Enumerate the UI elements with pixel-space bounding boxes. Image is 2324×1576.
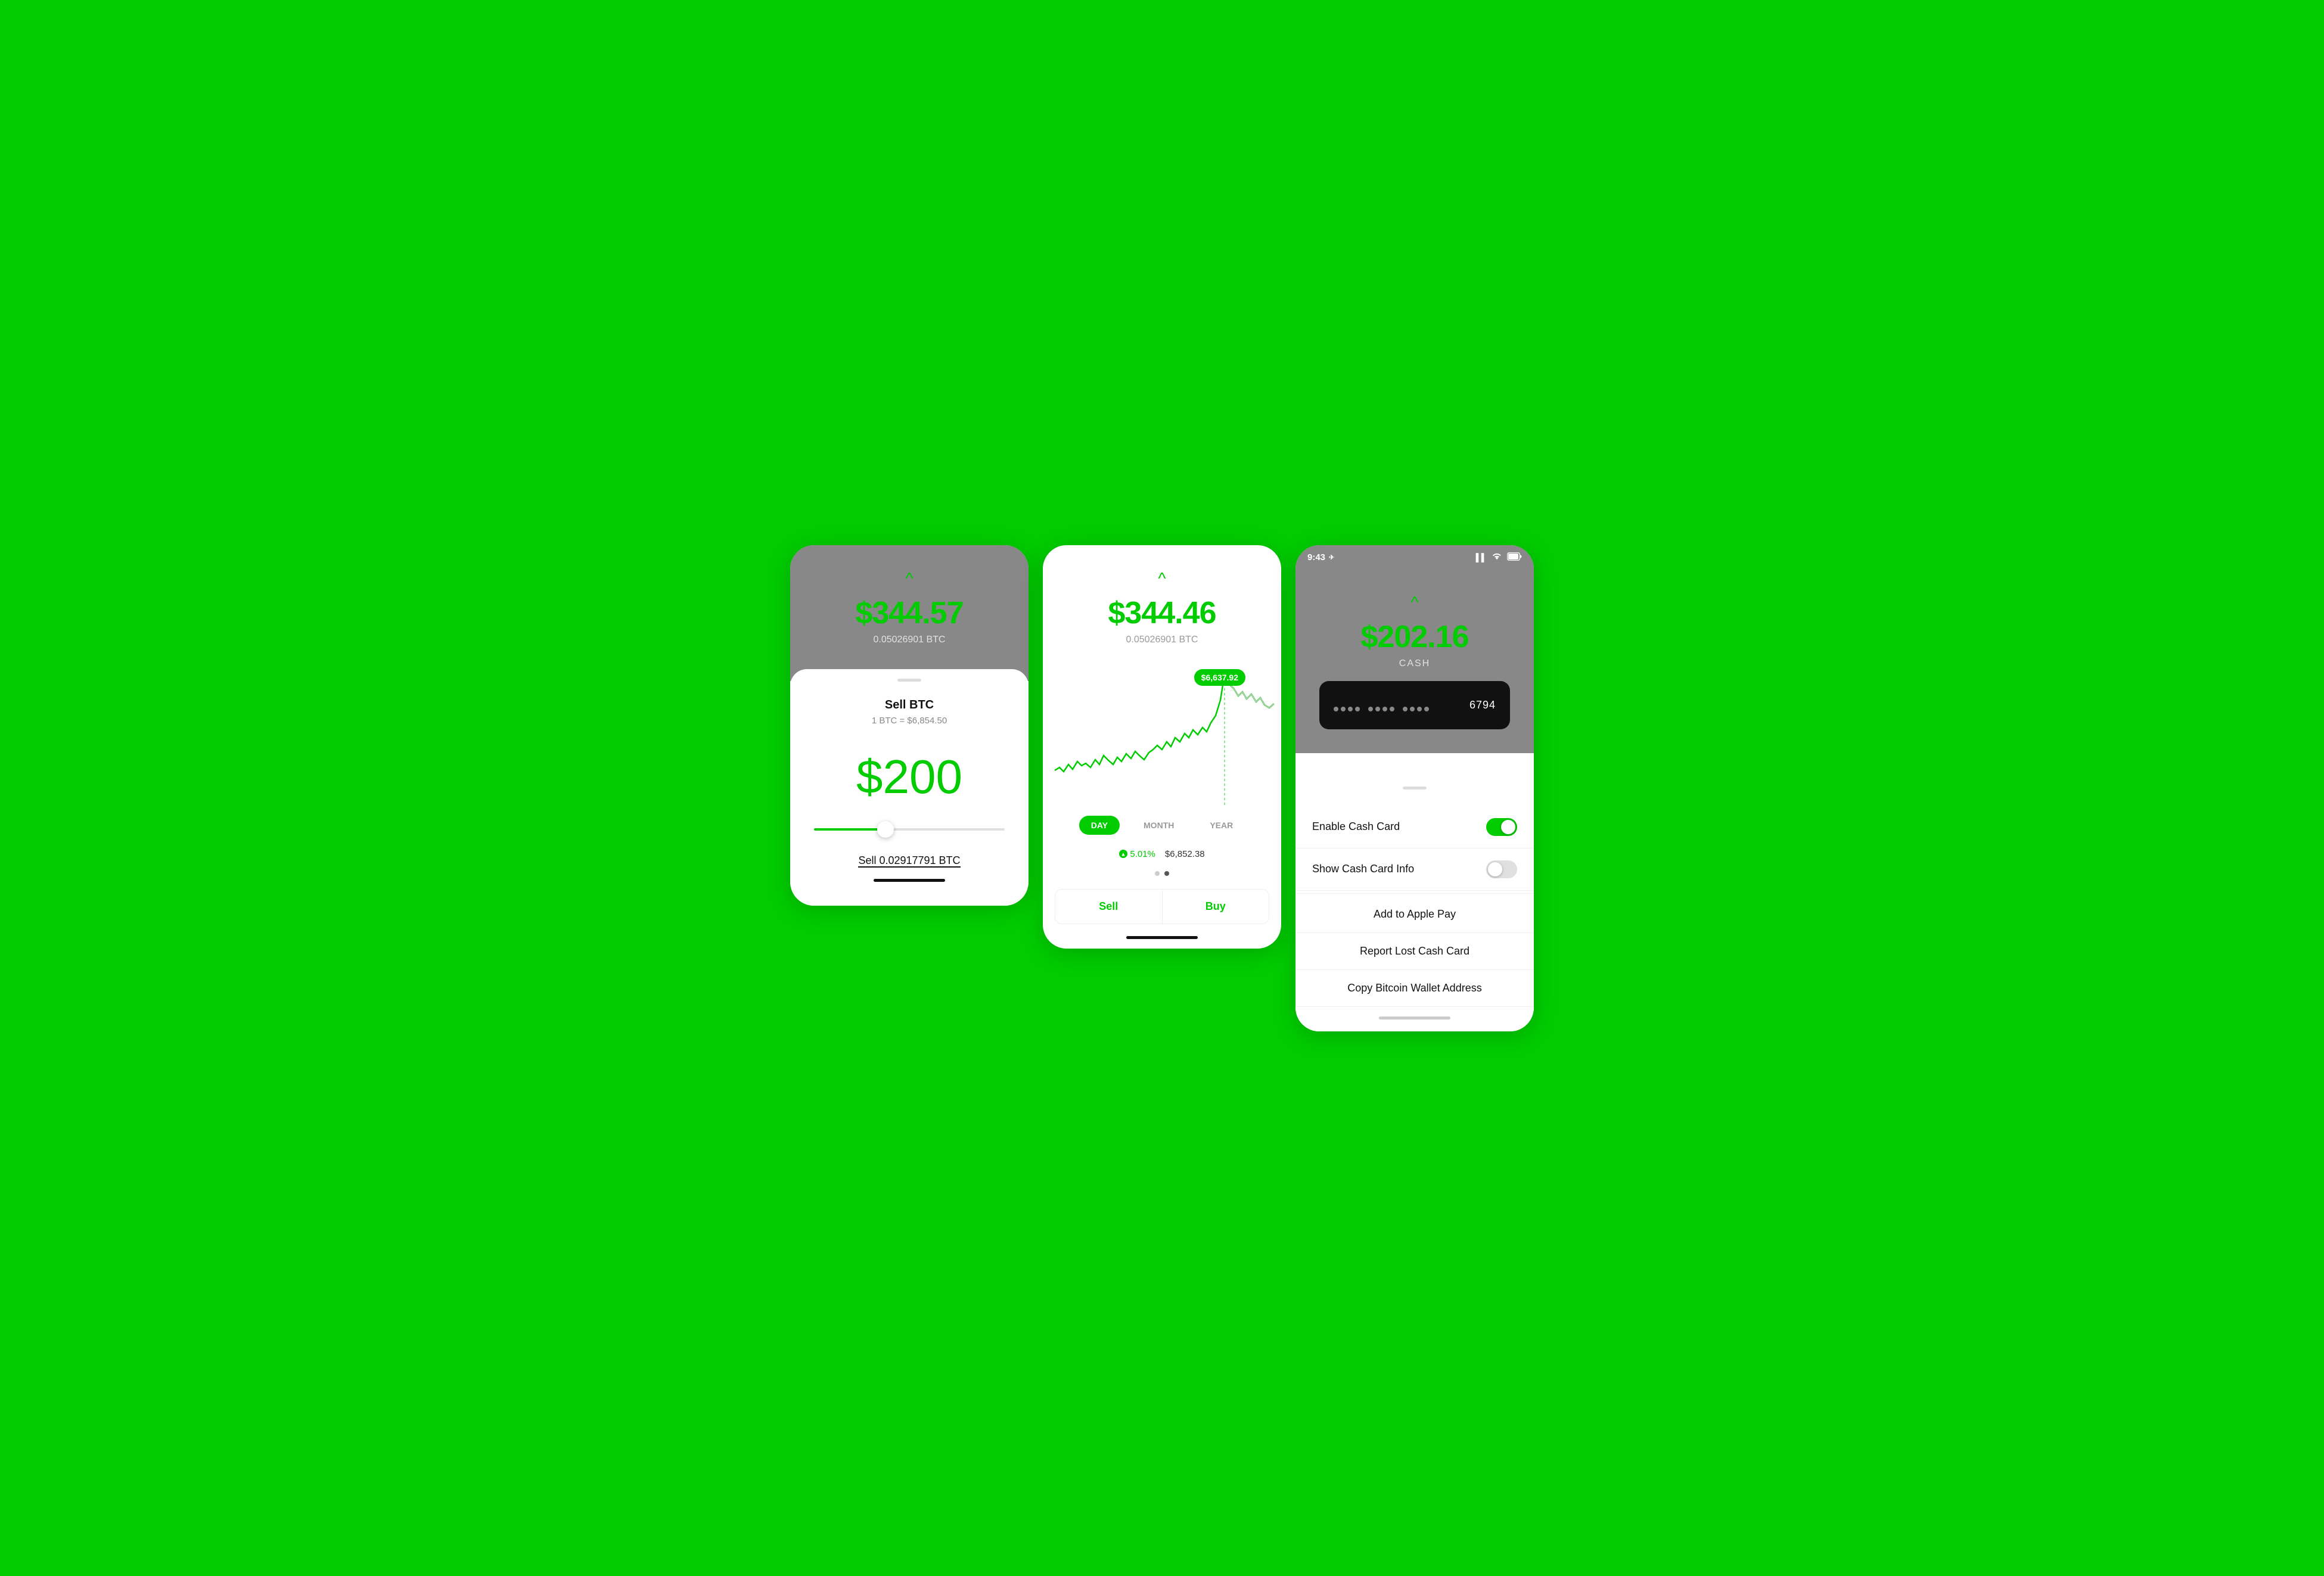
wifi-icon [1492,552,1502,562]
card-dot [1410,707,1415,711]
enable-cash-card-label: Enable Cash Card [1312,820,1400,833]
screen-chart: ^ $344.46 0.05026901 BTC $6,637.92 DAY M… [1043,545,1281,949]
card-dot [1417,707,1422,711]
location-icon: ✈ [1329,554,1334,561]
card-dot [1390,707,1394,711]
card-dot [1382,707,1387,711]
card-dot [1334,707,1338,711]
time-btn-year[interactable]: YEAR [1198,816,1245,835]
btc-balance-header: ^ $344.57 0.05026901 BTC [790,545,1029,681]
status-icons: ▌▌ [1476,552,1522,562]
time-btn-day[interactable]: DAY [1079,816,1120,835]
card-dot [1348,707,1353,711]
time-btn-month[interactable]: MONTH [1132,816,1186,835]
sell-btc-label: Sell 0.02917791 BTC [808,854,1011,867]
card-dot [1403,707,1408,711]
home-indicator-3 [1379,1017,1450,1019]
btc-amount-display: 0.05026901 BTC [802,635,1017,645]
up-arrow-icon: ▲ [1119,850,1127,858]
sell-dollar-amount: $200 [808,750,1011,804]
copy-bitcoin-wallet-row[interactable]: Copy Bitcoin Wallet Address [1295,970,1534,1007]
show-cash-card-info-toggle[interactable] [1486,860,1517,878]
chevron-up-icon-3[interactable]: ^ [1307,593,1522,612]
home-indicator [874,879,945,882]
btc-chart-dollar-value: $344.46 [1055,595,1269,631]
enable-cash-card-toggle[interactable] [1486,818,1517,836]
svg-text:▲: ▲ [1121,851,1126,857]
signal-icon: ▌▌ [1476,553,1487,562]
current-price: $6,852.38 [1165,849,1205,859]
report-lost-cash-card-row[interactable]: Report Lost Cash Card [1295,933,1534,970]
status-time: 9:43 ✈ [1307,552,1334,562]
cash-amount: $202.16 [1307,619,1522,655]
show-cash-card-info-row[interactable]: Show Cash Card Info [1295,848,1534,891]
page-dot-2 [1164,871,1169,876]
cash-label: CASH [1307,658,1522,669]
cash-card-menu: Enable Cash Card Show Cash Card Info Add… [1295,777,1534,1031]
drag-handle[interactable] [897,679,921,682]
btc-rate: 1 BTC = $6,854.50 [808,716,1011,726]
btc-dollar-value: $344.57 [802,595,1017,631]
card-dot [1368,707,1373,711]
btc-chart-header: ^ $344.46 0.05026901 BTC [1043,545,1281,663]
buy-button[interactable]: Buy [1163,890,1269,924]
add-to-apple-pay-row[interactable]: Add to Apple Pay [1295,896,1534,933]
slider-track[interactable] [814,828,1005,831]
card-dot [1355,707,1360,711]
page-dots [1043,864,1281,883]
battery-icon [1507,552,1522,562]
cash-card-header: 9:43 ✈ ▌▌ ^ $202.16 CASH [1295,545,1534,753]
slider-thumb[interactable] [877,821,894,838]
time-selector: DAY MONTH YEAR [1043,806,1281,844]
card-dot-group-2 [1368,707,1394,711]
change-pct: ▲ 5.01% [1119,849,1155,859]
card-dot-group-3 [1403,707,1429,711]
card-last-digits: 6794 [1469,699,1496,711]
sell-buy-bar: Sell Buy [1055,889,1269,924]
chevron-up-icon-2[interactable]: ^ [1055,569,1269,588]
cash-card-visual: 6794 [1319,681,1510,729]
chart-tooltip: $6,637.92 [1194,669,1245,686]
home-indicator-2 [1126,936,1198,939]
card-dot [1424,707,1429,711]
show-cash-card-info-label: Show Cash Card Info [1312,863,1414,875]
card-dot [1375,707,1380,711]
screen-cash-card: 9:43 ✈ ▌▌ ^ $202.16 CASH [1295,545,1534,1031]
btc-chart-area: $6,637.92 [1043,663,1281,806]
chart-stats: ▲ 5.01% $6,852.38 [1043,844,1281,864]
screen-sell-btc: ^ $344.57 0.05026901 BTC Sell BTC 1 BTC … [790,545,1029,906]
chevron-up-icon[interactable]: ^ [802,569,1017,588]
sell-sheet: Sell BTC 1 BTC = $6,854.50 $200 Sell 0.0… [790,669,1029,906]
sell-button[interactable]: Sell [1055,890,1162,924]
amount-slider-container [808,828,1011,831]
slider-fill [814,828,887,831]
card-dot [1341,707,1346,711]
drag-handle-3[interactable] [1403,787,1427,789]
page-dot-1 [1155,871,1160,876]
menu-divider-1 [1295,893,1534,894]
card-dot-group-1 [1334,707,1360,711]
sell-title: Sell BTC [808,698,1011,712]
status-bar: 9:43 ✈ ▌▌ [1295,545,1534,570]
enable-cash-card-row[interactable]: Enable Cash Card [1295,806,1534,848]
btc-chart-btc-amount: 0.05026901 BTC [1055,635,1269,645]
card-number-dots [1334,707,1434,711]
screens-container: ^ $344.57 0.05026901 BTC Sell BTC 1 BTC … [775,545,1549,1031]
